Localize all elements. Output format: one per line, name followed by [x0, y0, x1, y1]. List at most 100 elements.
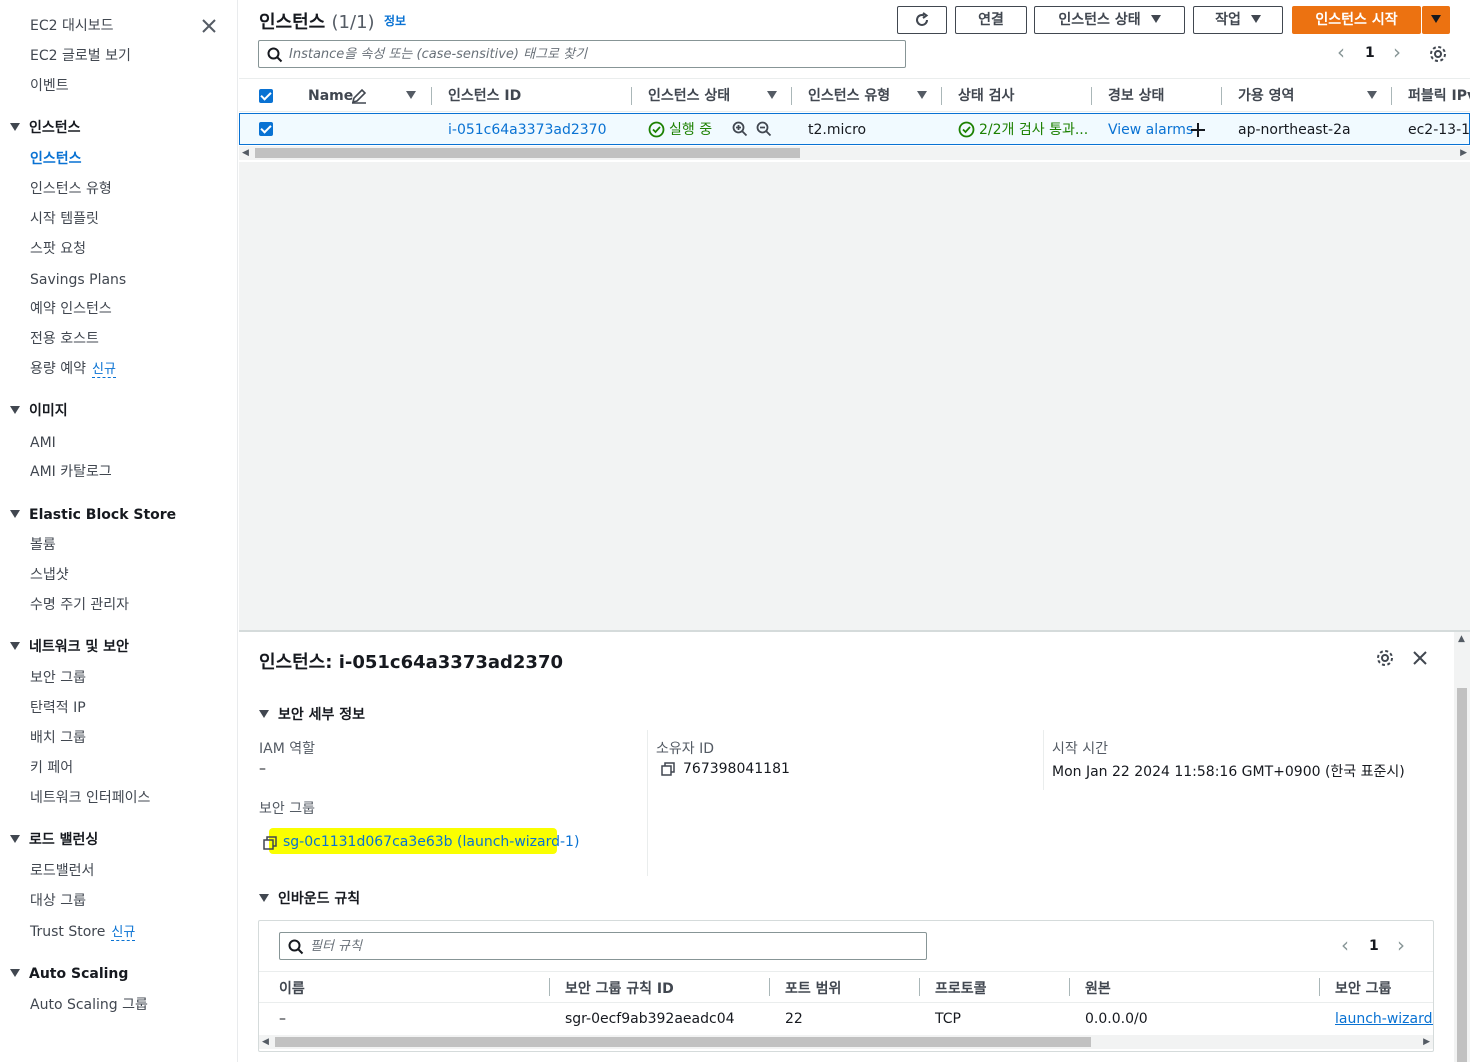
- chevron-right-icon[interactable]: ›: [1393, 40, 1401, 64]
- sort-icon[interactable]: [1367, 91, 1377, 99]
- close-icon[interactable]: [198, 15, 220, 37]
- sidebar-item-launch-templates[interactable]: 시작 템플릿: [30, 209, 99, 229]
- column-divider[interactable]: [919, 978, 920, 996]
- column-divider[interactable]: [1319, 978, 1320, 996]
- sidebar-section-network-security[interactable]: 네트워크 및 보안: [10, 637, 129, 657]
- column-header-name[interactable]: Name: [308, 87, 353, 105]
- scroll-left-icon[interactable]: ◀: [262, 1035, 269, 1049]
- inbound-rules-section-header[interactable]: 인바운드 규칙: [259, 888, 360, 908]
- column-divider[interactable]: [941, 87, 942, 105]
- column-divider[interactable]: [1391, 87, 1392, 105]
- sidebar-item-events[interactable]: 이벤트: [30, 76, 69, 96]
- plus-icon[interactable]: [1190, 122, 1206, 138]
- instance-state-dropdown[interactable]: 인스턴스 상태: [1034, 6, 1185, 34]
- column-header-protocol[interactable]: 프로토콜: [935, 978, 987, 998]
- column-header-rule-id[interactable]: 보안 그룹 규칙 ID: [565, 978, 674, 998]
- sidebar-item-lifecycle-manager[interactable]: 수명 주기 관리자: [30, 595, 129, 615]
- sidebar-item-savings-plans[interactable]: Savings Plans: [30, 270, 126, 290]
- security-group-link[interactable]: sg-0c1131d067ca3e63b (launch-wizard-1): [283, 834, 579, 850]
- sidebar-item-ami-catalog[interactable]: AMI 카탈로그: [30, 462, 112, 482]
- sidebar-section-images[interactable]: 이미지: [10, 401, 68, 421]
- column-header-source[interactable]: 원본: [1085, 978, 1111, 998]
- column-header-availability-zone[interactable]: 가용 영역: [1238, 87, 1294, 105]
- sort-icon[interactable]: [406, 91, 416, 99]
- zoom-in-icon[interactable]: [732, 121, 748, 137]
- sidebar-item-volumes[interactable]: 볼륨: [30, 535, 56, 555]
- sidebar-section-auto-scaling[interactable]: Auto Scaling: [10, 964, 128, 984]
- actions-dropdown[interactable]: 작업: [1193, 6, 1283, 34]
- sidebar-item-trust-store[interactable]: Trust Store 신규: [30, 922, 136, 942]
- sidebar-section-ebs[interactable]: Elastic Block Store: [10, 505, 176, 525]
- vertical-scrollbar[interactable]: ▲: [1454, 632, 1470, 1062]
- table-row[interactable]: i-051c64a3373ad2370 실행 중 t2.micro 2/2개 검…: [239, 113, 1470, 145]
- sidebar-item-snapshots[interactable]: 스냅샷: [30, 565, 69, 585]
- chevron-left-icon[interactable]: ‹: [1337, 40, 1345, 64]
- sidebar-item-capacity-reservations[interactable]: 용량 예약 신규: [30, 359, 116, 379]
- horizontal-scrollbar[interactable]: ◀ ▶: [239, 146, 1470, 160]
- column-header-alarm-status[interactable]: 경보 상태: [1108, 87, 1164, 105]
- row-checkbox[interactable]: [259, 122, 273, 136]
- close-icon[interactable]: [1411, 649, 1429, 667]
- view-alarms-link[interactable]: View alarms: [1108, 121, 1193, 139]
- instance-search[interactable]: [258, 40, 906, 68]
- sidebar-item-reserved-instances[interactable]: 예약 인스턴스: [30, 299, 112, 319]
- horizontal-scrollbar[interactable]: ◀ ▶: [259, 1035, 1433, 1049]
- column-divider[interactable]: [769, 978, 770, 996]
- scroll-left-icon[interactable]: ◀: [242, 146, 249, 160]
- column-header-status-check[interactable]: 상태 검사: [958, 87, 1014, 105]
- select-all-checkbox[interactable]: [259, 89, 273, 103]
- scroll-right-icon[interactable]: ▶: [1423, 1035, 1430, 1049]
- sidebar-item-spot-requests[interactable]: 스팟 요청: [30, 239, 86, 259]
- copy-icon[interactable]: [263, 836, 277, 850]
- chevron-left-icon[interactable]: ‹: [1341, 933, 1349, 957]
- security-group-link[interactable]: launch-wizard-1: [1335, 1011, 1433, 1027]
- sidebar-item-instances[interactable]: 인스턴스: [30, 149, 82, 169]
- sort-icon[interactable]: [767, 91, 777, 99]
- sidebar-item-target-groups[interactable]: 대상 그룹: [30, 891, 86, 911]
- column-header-security-group[interactable]: 보안 그룹: [1335, 978, 1391, 998]
- scrollbar-thumb[interactable]: [275, 1037, 1091, 1047]
- info-link[interactable]: 정보: [384, 12, 406, 29]
- sidebar-item-ami[interactable]: AMI: [30, 433, 56, 453]
- scroll-right-icon[interactable]: ▶: [1460, 146, 1467, 160]
- column-divider[interactable]: [791, 87, 792, 105]
- column-divider[interactable]: [549, 978, 550, 996]
- column-header-instance-id[interactable]: 인스턴스 ID: [448, 87, 521, 105]
- sidebar-section-load-balancing[interactable]: 로드 밸런싱: [10, 830, 98, 850]
- sidebar-item-ec2-global-view[interactable]: EC2 글로벌 보기: [30, 46, 131, 66]
- column-divider[interactable]: [431, 87, 432, 105]
- column-header-port-range[interactable]: 포트 범위: [785, 978, 841, 998]
- launch-instances-menu-button[interactable]: [1422, 6, 1450, 34]
- scroll-up-icon[interactable]: ▲: [1458, 634, 1465, 644]
- filter-rules-search[interactable]: [279, 932, 927, 960]
- copy-icon[interactable]: [661, 762, 675, 776]
- sidebar-item-load-balancers[interactable]: 로드밸런서: [30, 861, 94, 881]
- sidebar-item-security-groups[interactable]: 보안 그룹: [30, 668, 86, 688]
- column-header-name[interactable]: 이름: [279, 978, 305, 998]
- refresh-button[interactable]: [897, 6, 947, 34]
- sidebar-item-dedicated-hosts[interactable]: 전용 호스트: [30, 329, 99, 349]
- column-divider[interactable]: [1069, 978, 1070, 996]
- column-divider[interactable]: [1221, 87, 1222, 105]
- sidebar-item-auto-scaling-groups[interactable]: Auto Scaling 그룹: [30, 995, 148, 1015]
- gear-icon[interactable]: [1376, 649, 1394, 667]
- column-divider[interactable]: [1091, 87, 1092, 105]
- sidebar-item-instance-types[interactable]: 인스턴스 유형: [30, 179, 112, 199]
- page-number[interactable]: 1: [1365, 45, 1375, 61]
- instance-search-input[interactable]: [289, 45, 895, 63]
- sidebar-item-elastic-ips[interactable]: 탄력적 IP: [30, 698, 86, 718]
- sort-icon[interactable]: [917, 91, 927, 99]
- security-details-section-header[interactable]: 보안 세부 정보: [259, 704, 365, 724]
- sidebar-item-key-pairs[interactable]: 키 페어: [30, 758, 73, 778]
- sidebar-item-placement-groups[interactable]: 배치 그룹: [30, 728, 86, 748]
- column-divider[interactable]: [631, 87, 632, 105]
- zoom-out-icon[interactable]: [756, 121, 772, 137]
- chevron-right-icon[interactable]: ›: [1397, 933, 1405, 957]
- sidebar-item-ec2-dashboard[interactable]: EC2 대시보드: [30, 16, 114, 36]
- scrollbar-thumb[interactable]: [1457, 688, 1467, 1062]
- column-header-public-ipv4[interactable]: 퍼블릭 IPv: [1408, 87, 1470, 105]
- page-number[interactable]: 1: [1369, 938, 1379, 954]
- sidebar-section-instances[interactable]: 인스턴스: [10, 118, 81, 138]
- connect-button[interactable]: 연결: [955, 6, 1027, 34]
- edit-icon[interactable]: [351, 88, 367, 104]
